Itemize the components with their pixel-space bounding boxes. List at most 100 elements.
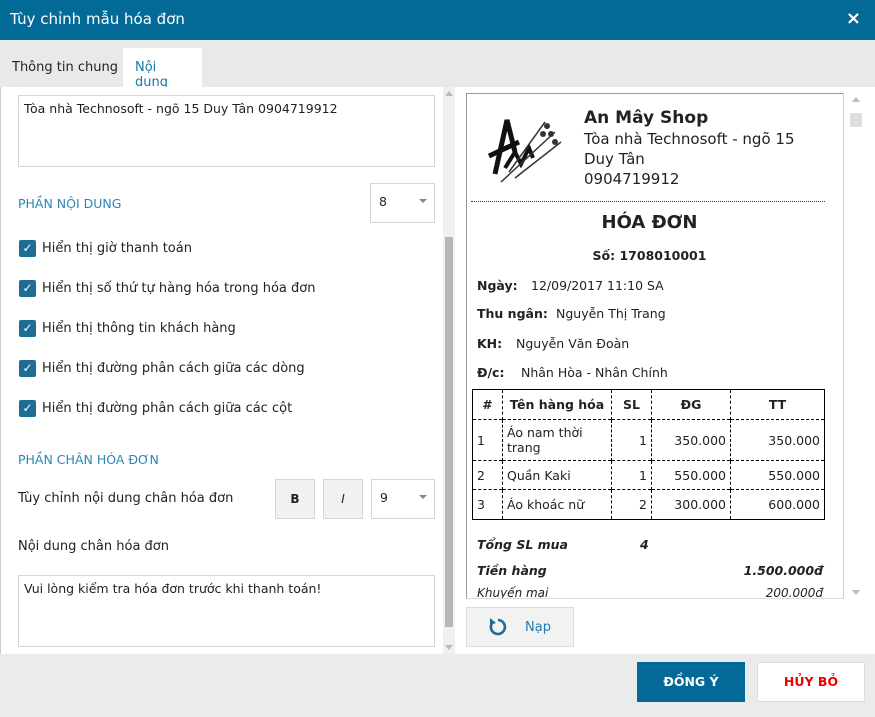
preview-scrollbar[interactable] bbox=[850, 93, 862, 599]
cashier-value: Nguyễn Thị Trang bbox=[556, 306, 666, 321]
checkmark-icon: ✓ bbox=[19, 320, 36, 337]
checkmark-icon: ✓ bbox=[19, 400, 36, 417]
content-section-heading: PHẦN NỘI DUNG bbox=[18, 196, 122, 211]
address-row: Đ/c: Nhân Hòa - Nhân Chính bbox=[477, 365, 668, 380]
checkbox-show-customer-info[interactable]: ✓ Hiển thị thông tin khách hàng bbox=[19, 320, 236, 337]
checkmark-icon: ✓ bbox=[19, 240, 36, 257]
table-row: 1 Áo nam thời trang 1 350.000 350.000 bbox=[472, 419, 825, 461]
col-name: Tên hàng hóa bbox=[502, 389, 612, 420]
total-qty-label: Tổng SL mua bbox=[477, 537, 568, 552]
divider bbox=[471, 201, 825, 202]
cell: 1 bbox=[611, 419, 652, 461]
reload-button[interactable]: Nạp bbox=[466, 607, 574, 647]
items-table: # Tên hàng hóa SL ĐG TT 1 Áo nam thời tra… bbox=[472, 389, 825, 520]
checkmark-icon: ✓ bbox=[19, 280, 36, 297]
cell: 600.000 bbox=[730, 489, 825, 520]
checkbox-label: Hiển thị giờ thanh toán bbox=[42, 241, 192, 256]
shop-address-line2: Duy Tân bbox=[584, 150, 645, 168]
title-bar: Tùy chỉnh mẫu hóa đơn × bbox=[0, 0, 875, 40]
content-font-size-select[interactable]: 8 bbox=[370, 183, 435, 223]
footer-custom-label: Tùy chỉnh nội dung chân hóa đơn bbox=[18, 491, 234, 506]
cell: Áo nam thời trang bbox=[502, 419, 612, 461]
total-qty-row: Tổng SL mua 4 bbox=[477, 537, 823, 552]
checkbox-label: Hiển thị số thứ tự hàng hóa trong hóa đơ… bbox=[42, 281, 316, 296]
cell: 350.000 bbox=[730, 419, 825, 461]
reload-icon bbox=[489, 618, 507, 636]
scrollbar-thumb[interactable] bbox=[850, 113, 862, 127]
shop-name: An Mây Shop bbox=[584, 108, 709, 128]
invoice-preview: An Mây Shop Tòa nhà Technosoft - ngõ 15 … bbox=[466, 93, 844, 599]
checkbox-label: Hiển thị đường phân cách giữa các dòng bbox=[42, 361, 305, 376]
ok-button[interactable]: ĐỒNG Ý bbox=[637, 662, 745, 702]
scroll-up-icon[interactable] bbox=[852, 97, 860, 102]
cell: 2 bbox=[611, 489, 652, 520]
settings-panel: Tòa nhà Technosoft - ngõ 15 Duy Tân 0904… bbox=[0, 87, 455, 654]
subtotal-label: Tiền hàng bbox=[477, 563, 547, 578]
col-index: # bbox=[472, 389, 503, 420]
subtotal-value: 1.500.000đ bbox=[743, 563, 823, 578]
content-font-size-value: 8 bbox=[379, 194, 387, 209]
scroll-up-icon[interactable] bbox=[445, 91, 453, 96]
cell: Quần Kaki bbox=[502, 460, 612, 490]
date-value: 12/09/2017 11:10 SA bbox=[531, 278, 664, 293]
checkbox-show-row-separator[interactable]: ✓ Hiển thị đường phân cách giữa các dòng bbox=[19, 360, 305, 377]
bold-button[interactable]: B bbox=[275, 479, 315, 519]
shop-logo bbox=[487, 119, 562, 183]
checkbox-show-column-separator[interactable]: ✓ Hiển thị đường phân cách giữa các cột bbox=[19, 400, 292, 417]
cell: 300.000 bbox=[651, 489, 731, 520]
tab-general-info[interactable]: Thông tin chung bbox=[0, 48, 130, 87]
cell: 2 bbox=[472, 460, 503, 490]
tab-bar: Thông tin chung Nội dung bbox=[0, 40, 875, 90]
footer-section-heading: PHẦN CHÂN HÓA ĐƠN bbox=[18, 452, 159, 467]
date-label: Ngày: bbox=[477, 278, 518, 293]
checkbox-show-payment-time[interactable]: ✓ Hiển thị giờ thanh toán bbox=[19, 240, 192, 257]
cancel-button[interactable]: HỦY BỎ bbox=[757, 662, 865, 702]
cell: 350.000 bbox=[651, 419, 731, 461]
checkbox-label: Hiển thị thông tin khách hàng bbox=[42, 321, 236, 336]
invoice-number: Số: 1708010001 bbox=[592, 248, 707, 263]
customer-row: KH: Nguyễn Văn Đoàn bbox=[477, 336, 629, 351]
discount-value: 200.000đ bbox=[765, 586, 823, 599]
table-row: 2 Quần Kaki 1 550.000 550.000 bbox=[472, 460, 825, 490]
customer-value: Nguyễn Văn Đoàn bbox=[516, 336, 630, 351]
shop-phone: 0904719912 bbox=[584, 170, 680, 188]
left-scrollbar[interactable] bbox=[443, 87, 455, 654]
cell: 3 bbox=[472, 489, 503, 520]
scrollbar-thumb[interactable] bbox=[445, 237, 453, 627]
scroll-down-icon[interactable] bbox=[852, 590, 860, 595]
cell: 550.000 bbox=[730, 460, 825, 490]
date-row: Ngày: 12/09/2017 11:10 SA bbox=[477, 278, 664, 293]
discount-row: Khuyến mại 200.000đ bbox=[477, 586, 823, 599]
address-textarea[interactable]: Tòa nhà Technosoft - ngõ 15 Duy Tân 0904… bbox=[18, 95, 435, 167]
address-value: Nhân Hòa - Nhân Chính bbox=[521, 365, 668, 380]
scroll-down-icon[interactable] bbox=[445, 645, 453, 650]
cell: 1 bbox=[472, 419, 503, 461]
subtotal-row: Tiền hàng 1.500.000đ bbox=[477, 563, 823, 578]
close-icon[interactable]: × bbox=[846, 8, 861, 29]
footer-content-textarea[interactable]: Vui lòng kiểm tra hóa đơn trước khi than… bbox=[18, 575, 435, 647]
checkmark-icon: ✓ bbox=[19, 360, 36, 377]
col-price: ĐG bbox=[651, 389, 731, 420]
checkbox-label: Hiển thị đường phân cách giữa các cột bbox=[42, 401, 293, 416]
footer-font-size-value: 9 bbox=[380, 490, 388, 505]
dialog-title: Tùy chỉnh mẫu hóa đơn bbox=[10, 10, 185, 28]
total-qty-value: 4 bbox=[640, 537, 649, 552]
cell: Áo khoác nữ bbox=[502, 489, 612, 520]
tab-content[interactable]: Nội dung bbox=[123, 48, 202, 90]
checkbox-show-item-index[interactable]: ✓ Hiển thị số thứ tự hàng hóa trong hóa đ… bbox=[19, 280, 315, 297]
table-row: 3 Áo khoác nữ 2 300.000 600.000 bbox=[472, 489, 825, 520]
shop-info: An Mây Shop Tòa nhà Technosoft - ngõ 15 … bbox=[584, 107, 795, 189]
cashier-label: Thu ngân: bbox=[477, 306, 548, 321]
invoice-title: HÓA ĐƠN bbox=[601, 212, 698, 233]
address-label: Đ/c: bbox=[477, 365, 505, 380]
cell: 550.000 bbox=[651, 460, 731, 490]
cashier-row: Thu ngân: Nguyễn Thị Trang bbox=[477, 306, 666, 321]
italic-button[interactable]: I bbox=[323, 479, 363, 519]
cell: 1 bbox=[611, 460, 652, 490]
reload-label: Nạp bbox=[525, 619, 551, 635]
chevron-down-icon bbox=[419, 495, 427, 499]
footer-content-label: Nội dung chân hóa đơn bbox=[18, 539, 169, 554]
chevron-down-icon bbox=[419, 199, 427, 203]
footer-font-size-select[interactable]: 9 bbox=[371, 479, 435, 519]
col-qty: SL bbox=[611, 389, 652, 420]
